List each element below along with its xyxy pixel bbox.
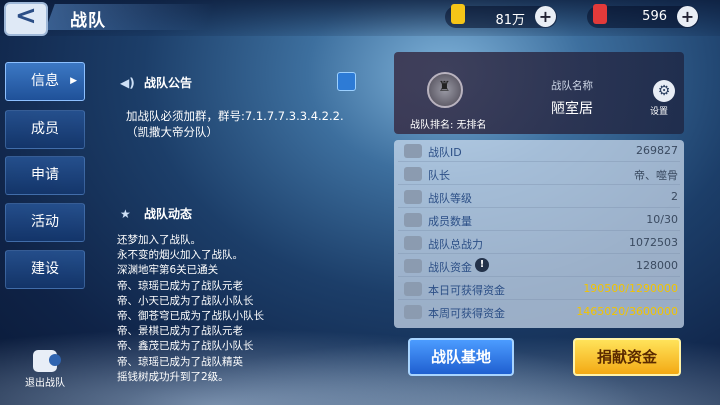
stat-row-weekly-funds: 本周可获得资金 1465020/3600000: [398, 302, 680, 322]
coins-icon: [404, 305, 422, 319]
red-gem-icon: [593, 4, 607, 24]
stat-row-daily-funds: 本日可获得资金 190500/1290000: [398, 279, 680, 300]
stat-label: 本周可获得资金: [428, 307, 505, 320]
team-emblem: ♜: [427, 72, 463, 108]
team-rank: 战队排名: 无排名: [410, 120, 487, 131]
back-arrow-icon: <: [15, 1, 37, 31]
activity-feed: 还梦加入了战队。 永不变的烟火加入了战队。 深渊地牢第6关已通关 帝、琼瑶已成为…: [117, 233, 264, 385]
feed-line: 帝、景棋已成为了战队元老: [117, 325, 243, 338]
star-icon: ★: [120, 207, 131, 221]
team-base-button[interactable]: 战队基地: [408, 338, 514, 376]
gem-amount: 596: [642, 9, 667, 24]
nav-tab-applications[interactable]: 申请: [5, 156, 85, 195]
gem-currency: 596 +: [587, 4, 699, 28]
id-card-icon: [404, 144, 422, 158]
back-button[interactable]: <: [4, 1, 48, 36]
gold-currency: 81万 +: [445, 4, 557, 28]
stat-label: 战队等级: [428, 192, 472, 205]
page-title: 战队: [70, 11, 106, 31]
edit-announcement-button[interactable]: [337, 72, 356, 91]
nav-tab-construction[interactable]: 建设: [5, 250, 85, 289]
stat-value: 2: [671, 190, 678, 203]
activity-title: 战队动态: [144, 207, 193, 221]
nav-tab-label: 建设: [31, 261, 59, 277]
flag-icon: [404, 167, 422, 181]
nav-tab-label: 信息: [31, 73, 59, 89]
add-gold-button[interactable]: +: [535, 6, 556, 27]
stat-label: 队长: [428, 169, 450, 182]
coins-icon: [404, 259, 422, 273]
stat-value: 190500/1290000: [583, 282, 678, 295]
feed-line: 永不变的烟火加入了战队。: [117, 249, 243, 262]
stat-row-members: 成员数量 10/30: [398, 210, 680, 231]
nav-tab-info[interactable]: 信息 ▶: [5, 62, 85, 101]
nav-tab-label: 活动: [31, 214, 59, 230]
feed-line: 摇钱树成功升到了2级。: [117, 370, 229, 383]
announcement-text: 加战队必须加群，群号:7.1.7.7.3.3.4.2.2.（凯撒大帝分队）: [126, 109, 344, 139]
speaker-icon: ◀): [120, 76, 135, 90]
stat-value: 1465020/3600000: [576, 305, 678, 318]
feed-line: 帝、御苍穹已成为了战队小队长: [117, 310, 264, 323]
team-emblem-icon: ♜: [438, 79, 451, 95]
nav-tab-label: 申请: [31, 167, 59, 183]
nav-tab-members[interactable]: 成员: [5, 110, 85, 149]
stat-value: 128000: [636, 259, 678, 272]
stat-label: 成员数量: [428, 215, 472, 228]
feed-line: 还梦加入了战队。: [117, 234, 201, 246]
power-icon: [404, 236, 422, 250]
gear-icon: ⚙: [657, 83, 671, 99]
coins-icon: [404, 282, 422, 296]
stat-row-power: 战队总战力 1072503: [398, 233, 680, 254]
chevron-right-icon: ▶: [70, 76, 77, 86]
nav-tab-activities[interactable]: 活动: [5, 203, 85, 242]
gold-coin-icon: [451, 4, 465, 24]
feed-line: 帝、琼瑶已成为了战队元老: [117, 279, 243, 292]
feed-line: 帝、鑫茂已成为了战队小队长: [117, 340, 254, 353]
stat-value: 10/30: [646, 213, 678, 226]
stat-value: 269827: [636, 144, 678, 157]
feed-line: 深渊地牢第6关已通关: [117, 264, 219, 277]
settings-label: 设置: [650, 107, 669, 117]
stat-row-team-id: 战队ID 269827: [398, 141, 680, 162]
team-name-label: 战队名称: [551, 80, 593, 92]
team-name: 陋室居: [551, 101, 593, 117]
stat-label: 战队资金: [428, 261, 472, 274]
feed-line: 帝、小天已成为了战队小队长: [117, 294, 254, 307]
announcement-title: 战队公告: [144, 76, 193, 90]
feed-line: 帝、琼瑶已成为了战队精英: [117, 355, 243, 368]
stat-row-level: 战队等级 2: [398, 187, 680, 208]
members-icon: [404, 213, 422, 227]
level-icon: [404, 190, 422, 204]
exit-team-button[interactable]: 退出战队: [24, 350, 66, 389]
stat-label: 战队总战力: [428, 238, 483, 251]
add-gem-button[interactable]: +: [677, 6, 698, 27]
gold-amount: 81万: [495, 13, 525, 28]
nav-tab-label: 成员: [31, 121, 59, 137]
stat-value: 1072503: [629, 236, 678, 249]
stat-row-captain: 队长 帝、噬骨: [398, 164, 680, 185]
donate-funds-button[interactable]: 捐献资金: [573, 338, 681, 376]
info-icon[interactable]: !: [475, 258, 489, 272]
exit-door-icon: [33, 350, 61, 372]
announcement-header: ◀) 战队公告: [120, 74, 192, 91]
stat-row-funds: 战队资金! 128000: [398, 256, 680, 277]
stat-value: 帝、噬骨: [634, 169, 678, 182]
settings-button[interactable]: ⚙: [653, 80, 675, 102]
activity-header: ★ 战队动态: [120, 205, 192, 222]
exit-team-label: 退出战队: [25, 378, 65, 389]
stat-label: 本日可获得资金: [428, 284, 505, 297]
stat-label: 战队ID: [428, 146, 462, 159]
